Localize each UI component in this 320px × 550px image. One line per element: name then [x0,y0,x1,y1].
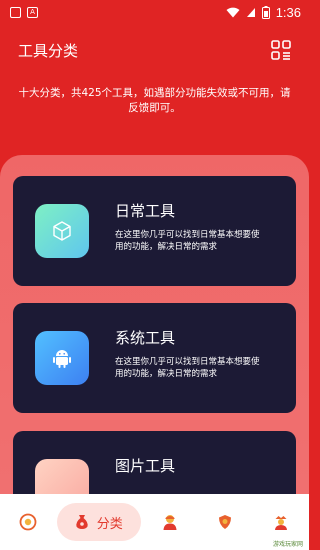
card-title: 系统工具 [115,329,176,347]
nav-category-label: 分类 [96,516,123,532]
card-description: 在这里你几乎可以找到日常基本想要使用的功能，解决日常的需求 [115,230,260,252]
bottom-navigation: 分类 游戏玩家网 [0,494,309,550]
nav-shield[interactable] [198,494,254,550]
android-icon [35,331,89,385]
category-card-daily[interactable]: 日常工具 在这里你几乎可以找到日常基本想要使用的功能，解决日常的需求 [13,176,296,286]
wifi-icon [226,7,240,17]
battery-icon [261,5,270,19]
image-icon [35,459,89,495]
card-description: 在这里你几乎可以找到日常基本想要使用的功能，解决日常的需求 [115,357,260,379]
shield-icon [219,515,232,529]
page-title: 工具分类 [18,41,79,60]
category-card-system[interactable]: 系统工具 在这里你几乎可以找到日常基本想要使用的功能，解决日常的需求 [13,303,296,413]
profile-icon [275,516,288,530]
nav-user[interactable] [142,494,198,550]
notification-icon [10,6,21,18]
signal-icon [246,7,255,17]
person-icon [163,515,177,530]
grid-menu-icon[interactable] [271,40,291,60]
clock: 1:36 [275,4,301,20]
nav-category[interactable]: 分类 [56,494,142,550]
notification-a-icon: A [27,6,38,18]
card-title: 日常工具 [115,202,176,220]
category-list: 日常工具 在这里你几乎可以找到日常基本想要使用的功能，解决日常的需求 系统工具 … [0,155,309,495]
watermark: 游戏玩家网 [272,541,303,548]
category-card-image[interactable]: 图片工具 [13,431,296,495]
app-header: 工具分类 [0,30,309,70]
cube-icon [35,204,89,258]
notice-text: 十大分类，共425个工具，如遇部分功能失效或不可用，请反馈即可。 [18,87,291,114]
card-title: 图片工具 [115,457,176,475]
status-bar: A 1:36 [0,0,309,24]
nav-home[interactable] [0,494,56,550]
category-icon [76,515,88,529]
home-icon [19,513,37,531]
